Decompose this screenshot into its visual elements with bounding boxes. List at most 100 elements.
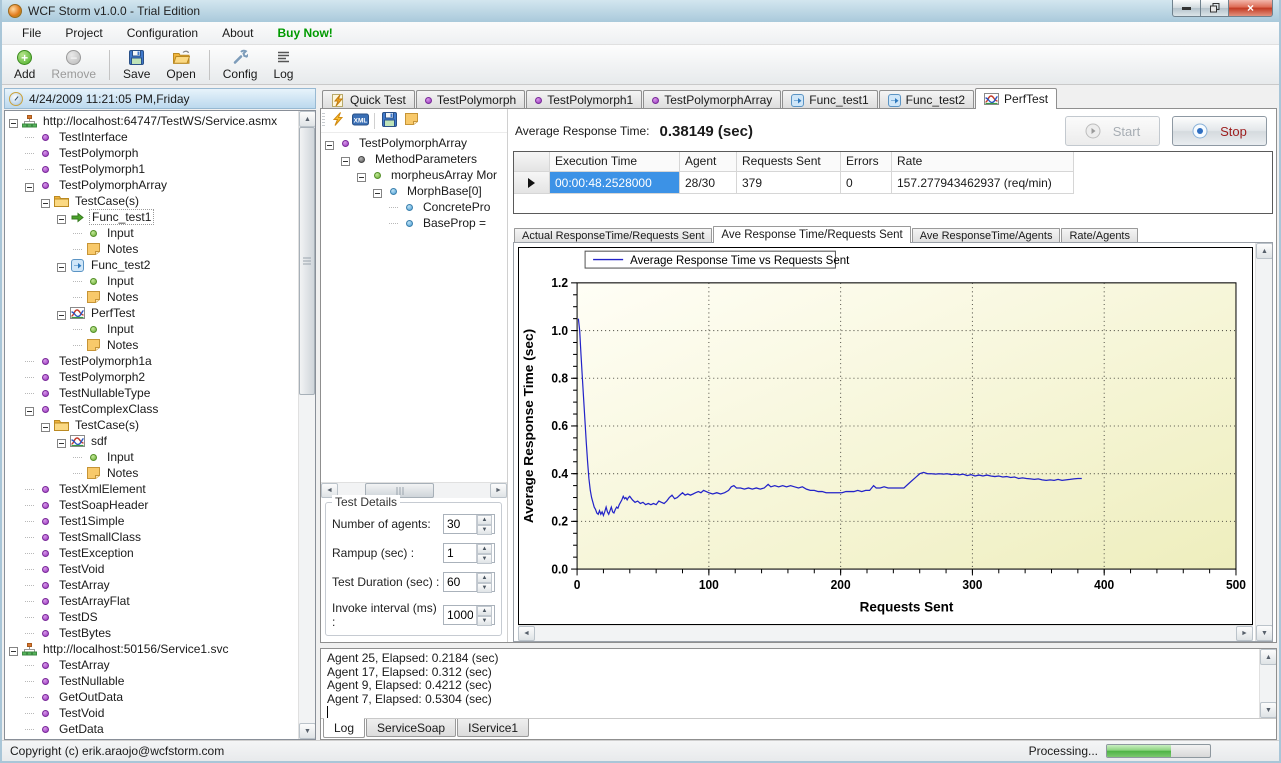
tree-item[interactable]: TestVoid	[5, 561, 298, 577]
scroll-up-icon[interactable]: ▲	[299, 111, 316, 127]
tree-item[interactable]: TestPolymorphArray	[5, 177, 298, 193]
minisave-button[interactable]	[378, 111, 400, 131]
tree-item[interactable]: TestArray	[5, 577, 298, 593]
tree-item[interactable]: Notes	[5, 465, 298, 481]
tree-item[interactable]: Notes	[5, 289, 298, 305]
numeric-input[interactable]	[444, 544, 476, 562]
menu-item-file[interactable]: File	[10, 23, 53, 43]
grid-column-header[interactable]: Errors	[841, 152, 892, 172]
grid-cell[interactable]: 00:00:48.2528000	[550, 172, 680, 194]
save-button[interactable]: Save	[115, 47, 158, 83]
tree-collapse-icon[interactable]	[9, 645, 18, 654]
tab-func-test1[interactable]: Func_test1	[782, 90, 877, 109]
tree-item[interactable]: Func_test2	[5, 257, 298, 273]
log-tab-log[interactable]: Log	[323, 718, 365, 738]
log-tab-servicesoap[interactable]: ServiceSoap	[366, 719, 456, 737]
grid-cell[interactable]: 157.277943462937 (req/min)	[892, 172, 1074, 194]
spin-down-icon[interactable]: ▼	[477, 616, 492, 626]
config-button[interactable]: Config	[215, 47, 266, 83]
minimize-button[interactable]	[1172, 0, 1201, 17]
tree-item[interactable]: TestPolymorph2	[5, 369, 298, 385]
tree-item[interactable]: TestDS	[5, 609, 298, 625]
tree-item[interactable]: TestSmallClass	[5, 529, 298, 545]
tree-item[interactable]: TestCase(s)	[5, 417, 298, 433]
tree-item[interactable]: TestPolymorph	[5, 145, 298, 161]
scroll-up-icon[interactable]: ▲	[1256, 243, 1273, 259]
tree-item[interactable]: TestBytes	[5, 625, 298, 641]
tree-collapse-icon[interactable]	[57, 309, 66, 318]
grid-column-header[interactable]: Requests Sent	[737, 152, 841, 172]
scroll-down-icon[interactable]: ▼	[1260, 702, 1276, 718]
tree-collapse-icon[interactable]	[9, 117, 18, 126]
chart-vscrollbar[interactable]: ▲ ▼	[1255, 243, 1272, 641]
tree-item[interactable]: TestPolymorph1a	[5, 353, 298, 369]
tree-item[interactable]: TestArray	[5, 657, 298, 673]
spin-up-icon[interactable]: ▲	[477, 573, 492, 583]
tree-item[interactable]: Input	[5, 449, 298, 465]
row-selector[interactable]	[514, 172, 550, 194]
tree-collapse-icon[interactable]	[325, 139, 334, 148]
chart-tab-actual-responsetime-requests-sent[interactable]: Actual ResponseTime/Requests Sent	[514, 228, 712, 243]
chart-tab-rate-agents[interactable]: Rate/Agents	[1061, 228, 1138, 243]
scroll-right-icon[interactable]: ►	[1236, 626, 1253, 641]
tree-item[interactable]: TestException	[5, 545, 298, 561]
tree-item[interactable]: Func_test1	[5, 209, 298, 225]
tab-testpolymorph1[interactable]: TestPolymorph1	[526, 90, 642, 109]
spin-up-icon[interactable]: ▲	[477, 606, 492, 616]
numeric-input[interactable]	[444, 515, 476, 533]
spin-down-icon[interactable]: ▼	[477, 525, 492, 535]
xml-button[interactable]: XML	[349, 111, 371, 131]
scroll-down-icon[interactable]: ▼	[299, 723, 316, 739]
tab-quick-test[interactable]: Quick Test	[322, 90, 415, 109]
chart-hscrollbar[interactable]: ◄ ►	[518, 625, 1253, 641]
tree-item[interactable]: TestComplexClass	[5, 401, 298, 417]
tree-collapse-icon[interactable]	[341, 155, 350, 164]
tree-item[interactable]: Notes	[5, 337, 298, 353]
grid-column-header[interactable]: Rate	[892, 152, 1074, 172]
tree-collapse-icon[interactable]	[57, 437, 66, 446]
spin-down-icon[interactable]: ▼	[477, 583, 492, 593]
menu-item-configuration[interactable]: Configuration	[115, 23, 210, 43]
tree-item[interactable]: TestCase(s)	[5, 193, 298, 209]
log-output[interactable]: Agent 25, Elapsed: 0.2184 (sec)Agent 17,…	[321, 649, 1259, 718]
tree-item[interactable]: TestPolymorphArray	[321, 135, 507, 151]
stop-button[interactable]: Stop	[1172, 116, 1267, 146]
grid-cell[interactable]: 379	[737, 172, 841, 194]
scroll-down-icon[interactable]: ▼	[1256, 625, 1273, 641]
tree-item[interactable]: morpheusArray Mor	[321, 167, 507, 183]
chart-tab-ave-responsetime-agents[interactable]: Ave ResponseTime/Agents	[912, 228, 1061, 243]
run-button[interactable]	[327, 111, 349, 131]
log-tab-iservice1[interactable]: IService1	[457, 719, 529, 737]
tree-item[interactable]: http://localhost:50156/Service1.svc	[5, 641, 298, 657]
grid-column-header[interactable]: Agent	[680, 152, 737, 172]
tree-collapse-icon[interactable]	[25, 181, 34, 190]
chart-tab-ave-response-time-requests-sent[interactable]: Ave Response Time/Requests Sent	[713, 226, 910, 243]
tree-item[interactable]: GetData	[5, 721, 298, 737]
tree-collapse-icon[interactable]	[57, 213, 66, 222]
mininotes-button[interactable]	[400, 111, 422, 131]
tree-collapse-icon[interactable]	[57, 261, 66, 270]
tree-item[interactable]: PerfTest	[5, 305, 298, 321]
tree-collapse-icon[interactable]	[41, 197, 50, 206]
tree-collapse-icon[interactable]	[357, 171, 366, 180]
tab-testpolymorph[interactable]: TestPolymorph	[416, 90, 525, 109]
tree-item[interactable]: Notes	[5, 241, 298, 257]
open-button[interactable]: Open	[158, 47, 203, 83]
tab-perftest[interactable]: PerfTest	[975, 88, 1057, 109]
start-button[interactable]: Start	[1065, 116, 1160, 146]
scroll-right-icon[interactable]: ►	[490, 483, 507, 498]
restore-button[interactable]	[1201, 0, 1228, 17]
tree-item[interactable]: sdf	[5, 433, 298, 449]
menu-item-buy-now-[interactable]: Buy Now!	[265, 23, 344, 43]
tree-item[interactable]: MorphBase[0]	[321, 183, 507, 199]
add-button[interactable]: +Add	[6, 47, 43, 83]
grid-data-row[interactable]: 00:00:48.252800028/303790157.27794346293…	[514, 172, 1272, 194]
numeric-input[interactable]	[444, 573, 476, 591]
tree-item[interactable]: Input	[5, 273, 298, 289]
tree-item[interactable]: TestSoapHeader	[5, 497, 298, 513]
grid-cell[interactable]: 0	[841, 172, 892, 194]
menu-item-about[interactable]: About	[210, 23, 265, 43]
tree-item[interactable]: TestVoid	[5, 705, 298, 721]
tree-item[interactable]: Input	[5, 225, 298, 241]
tree-collapse-icon[interactable]	[41, 421, 50, 430]
